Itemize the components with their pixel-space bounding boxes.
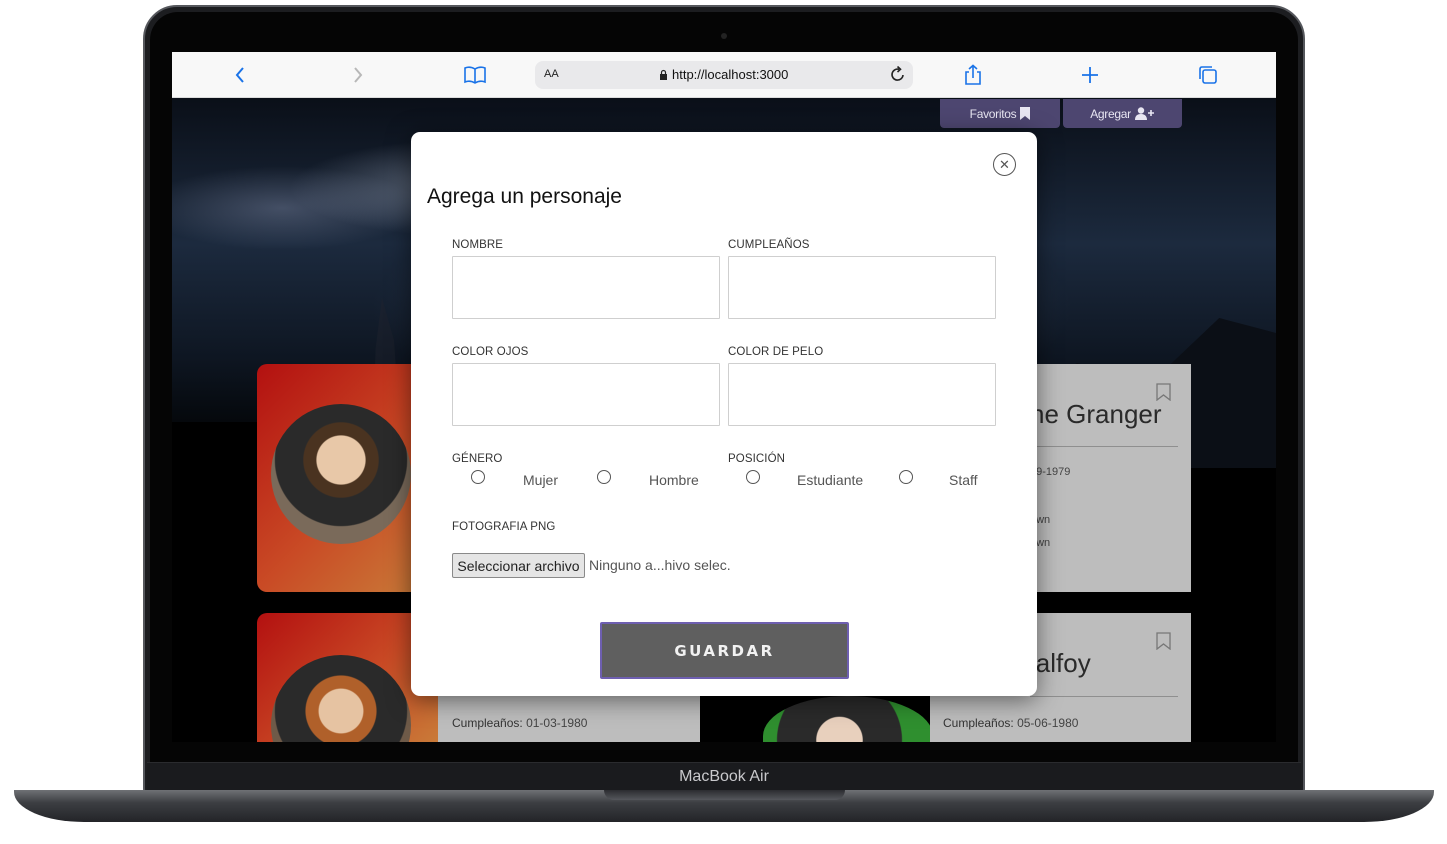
card-birthday-ron: Cumpleaños: 01-03-1980 <box>452 716 587 730</box>
color-ojos-label: COLOR OJOS <box>452 346 529 358</box>
device-label: MacBook Air <box>679 768 769 785</box>
card-divider <box>1030 696 1178 697</box>
card-body-ron: Cumpleaños: 01-03-1980 <box>438 696 700 742</box>
plus-icon[interactable] <box>1077 63 1103 87</box>
card-birthday-draco: Cumpleaños: 05-06-1980 <box>943 716 1078 730</box>
cumpleanos-label: CUMPLEAÑOS <box>728 239 810 251</box>
nombre-label: NOMBRE <box>452 239 504 251</box>
share-icon[interactable] <box>960 63 986 87</box>
birthday-value: 05-06-1980 <box>1017 716 1079 730</box>
card-left-draco <box>748 696 933 742</box>
book-icon[interactable] <box>462 63 488 87</box>
avatar-draco <box>763 696 933 742</box>
tabs-icon[interactable] <box>1195 63 1221 87</box>
url-text: http://localhost:3000 <box>672 67 789 82</box>
url-bar[interactable]: AA http://localhost:3000 <box>535 61 913 89</box>
card-body-hermione: ne Granger 09-1979 own own <box>1030 364 1191 592</box>
posicion-label: POSICIÓN <box>728 453 786 465</box>
birthday-label: Cumpleaños: <box>452 716 523 730</box>
radio-mujer[interactable] <box>471 470 485 484</box>
browser-screen: AA http://localhost:3000 Favoritos Agreg… <box>172 52 1276 742</box>
card-name-hermione: ne Granger <box>1030 399 1162 429</box>
lock-icon <box>660 69 667 80</box>
birthday-value: 01-03-1980 <box>526 716 588 730</box>
radio-hombre[interactable] <box>597 470 611 484</box>
radio-hombre-label: Hombre <box>649 472 699 488</box>
laptop-chin: MacBook Air <box>147 762 1301 792</box>
choose-file-button[interactable]: Seleccionar archivo <box>452 553 585 578</box>
cumpleanos-input[interactable] <box>728 256 996 319</box>
add-button[interactable]: Agregar <box>1063 99 1182 128</box>
genero-label: GÉNERO <box>452 453 503 465</box>
file-status-text: Ninguno a...hivo selec. <box>589 557 731 573</box>
radio-estudiante[interactable] <box>746 470 760 484</box>
browser-toolbar: AA http://localhost:3000 <box>172 52 1276 98</box>
bookmark-outline-icon[interactable] <box>1156 632 1171 650</box>
avatar-harry <box>271 404 411 544</box>
modal-title: Agrega un personaje <box>427 185 622 208</box>
close-icon[interactable]: ✕ <box>993 153 1016 176</box>
bookmark-icon <box>1020 107 1031 120</box>
favorites-button[interactable]: Favoritos <box>940 99 1060 128</box>
add-user-icon <box>1134 107 1154 120</box>
radio-estudiante-label: Estudiante <box>797 472 864 488</box>
reader-aa-button[interactable]: AA <box>544 68 559 80</box>
url-text-container: http://localhost:3000 <box>659 67 788 82</box>
stage: AA http://localhost:3000 Favoritos Agreg… <box>0 0 1447 844</box>
avatar-ron <box>271 655 411 742</box>
radio-staff[interactable] <box>899 470 913 484</box>
laptop-notch <box>604 790 845 800</box>
color-pelo-label: COLOR DE PELO <box>728 346 824 358</box>
color-pelo-input[interactable] <box>728 363 996 426</box>
forward-chevron-icon[interactable] <box>345 63 371 87</box>
radio-staff-label: Staff <box>949 472 978 488</box>
add-label: Agregar <box>1090 106 1131 121</box>
birthday-label: Cumpleaños: <box>943 716 1014 730</box>
card-name-draco: lalfoy <box>1030 648 1091 678</box>
radio-mujer-label: Mujer <box>523 472 559 488</box>
foto-label: FOTOGRAFIA PNG <box>452 521 556 533</box>
card-divider <box>1030 446 1178 447</box>
back-chevron-icon[interactable] <box>227 63 253 87</box>
color-ojos-input[interactable] <box>452 363 720 426</box>
add-character-modal: ✕ Agrega un personaje NOMBRE CUMPLEAÑOS … <box>411 132 1037 696</box>
favorites-label: Favoritos <box>969 106 1017 121</box>
reload-icon[interactable] <box>890 65 906 88</box>
camera-icon <box>721 33 727 39</box>
save-button[interactable]: GUARDAR <box>600 622 849 679</box>
nombre-input[interactable] <box>452 256 720 319</box>
